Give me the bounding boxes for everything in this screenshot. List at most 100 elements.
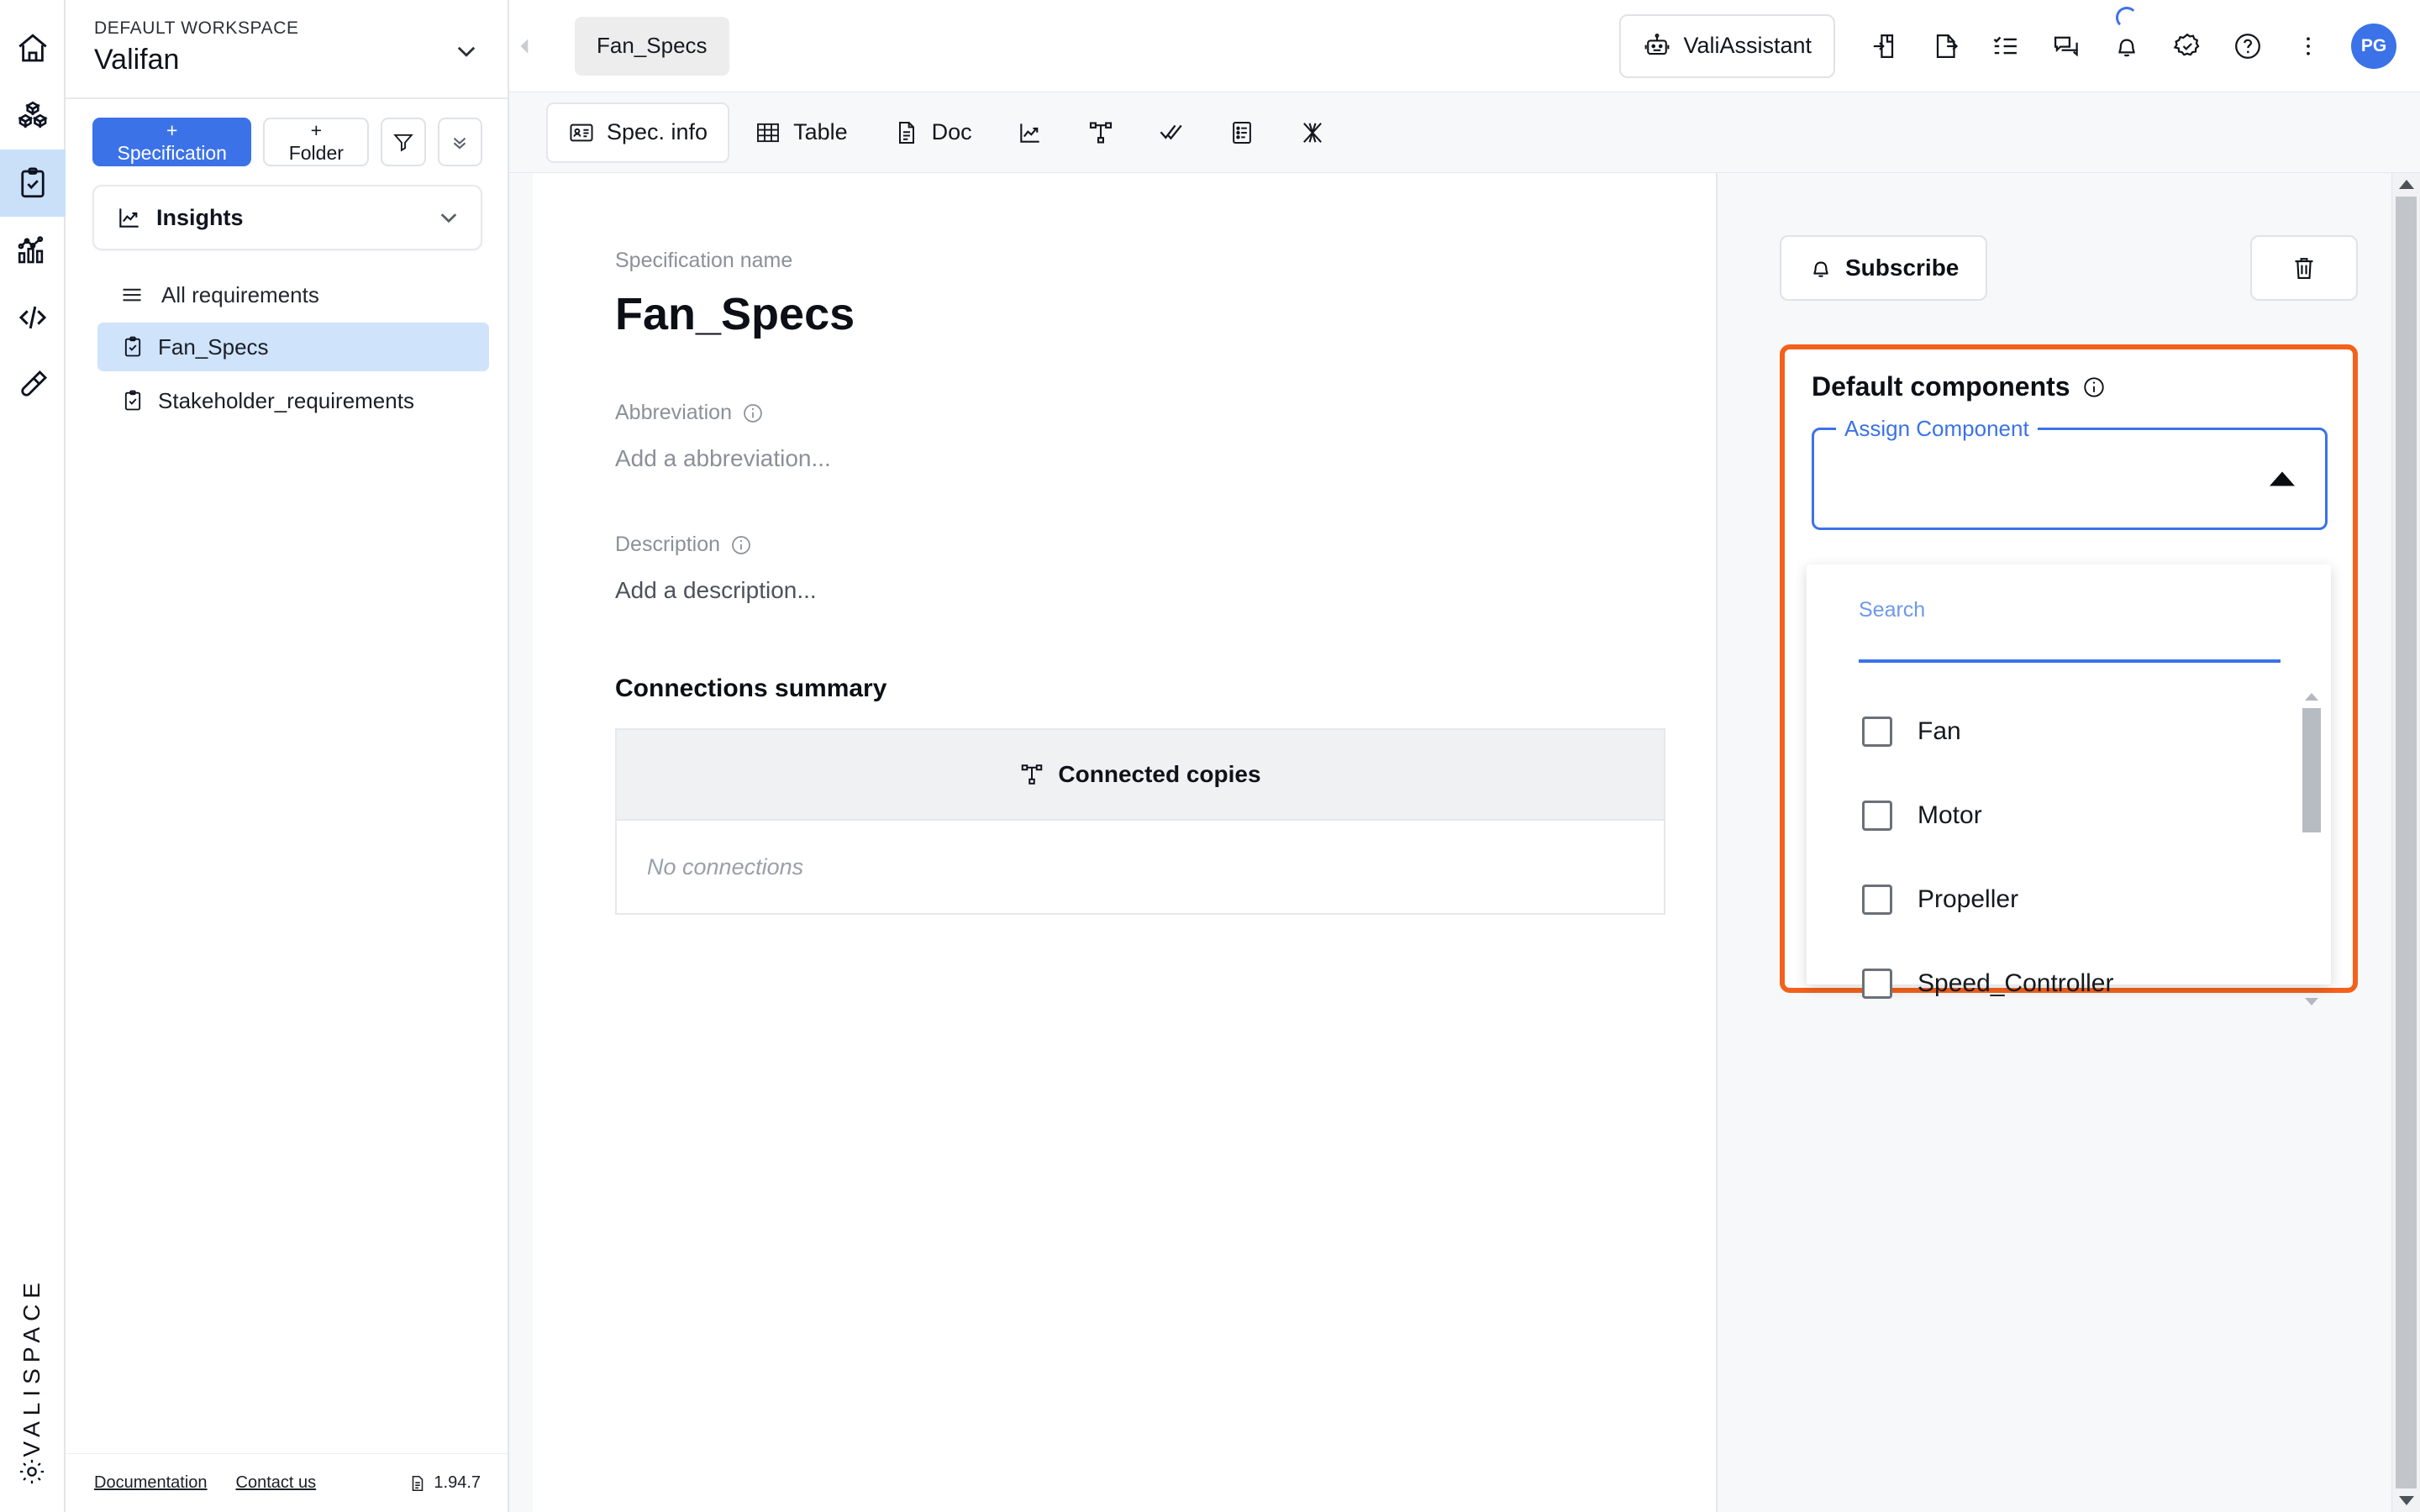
rail-item-tests[interactable] — [0, 351, 66, 418]
insights-label: Insights — [156, 204, 244, 230]
more-options-button[interactable] — [2282, 20, 2334, 72]
robot-icon — [1643, 32, 1671, 60]
component-options-list: Fan Motor Propeller Speed_Controller — [1807, 690, 2331, 1009]
abbreviation-input[interactable]: Add a abbreviation... — [615, 445, 1716, 472]
info-icon[interactable] — [730, 534, 752, 556]
export-button[interactable] — [1919, 20, 1971, 72]
analysis-icon — [15, 233, 50, 268]
test-icon — [15, 367, 50, 402]
page-scrollbar[interactable] — [2391, 173, 2420, 1512]
checkbox-icon[interactable] — [1862, 717, 1892, 747]
tab-chart[interactable] — [997, 102, 1063, 163]
checklist-button[interactable] — [1980, 20, 2032, 72]
tree-root-all-requirements[interactable]: All requirements — [81, 272, 494, 318]
abbreviation-label-row: Abbreviation — [615, 401, 1716, 425]
info-icon[interactable] — [742, 402, 764, 424]
tab-doc[interactable]: Doc — [873, 102, 992, 163]
tab-spec-info[interactable]: Spec. info — [546, 102, 730, 163]
contact-us-link[interactable]: Contact us — [236, 1473, 317, 1493]
help-icon — [2233, 31, 2263, 61]
comments-button[interactable] — [2040, 20, 2092, 72]
help-button[interactable] — [2222, 20, 2274, 72]
description-label: Description — [615, 533, 721, 556]
chevron-down-icon[interactable] — [435, 204, 462, 231]
scroll-down-icon[interactable] — [2399, 1496, 2414, 1505]
hamburger-icon — [119, 282, 145, 307]
documentation-link[interactable]: Documentation — [94, 1473, 208, 1493]
details-actions: Subscribe — [1780, 235, 2358, 301]
scrollbar-thumb[interactable] — [2396, 197, 2417, 1488]
checklist-icon — [1991, 31, 2021, 61]
tree-item-fan-specs[interactable]: Fan_Specs — [97, 323, 489, 371]
valiassistant-button[interactable]: ValiAssistant — [1619, 13, 1835, 78]
home-icon — [15, 31, 50, 66]
tab-table[interactable]: Table — [734, 102, 868, 163]
checkbox-icon[interactable] — [1862, 969, 1892, 999]
subscribe-button[interactable]: Subscribe — [1780, 235, 1988, 301]
open-tab-fan-specs[interactable]: Fan_Specs — [575, 16, 729, 76]
version-text: 1.94.7 — [434, 1473, 481, 1492]
verified-button[interactable] — [2161, 20, 2213, 72]
search-field[interactable]: Search — [1859, 598, 2281, 663]
chevron-down-icon[interactable] — [452, 37, 481, 66]
option-fan[interactable]: Fan — [1807, 690, 2331, 774]
criss-cross-icon — [1299, 119, 1326, 146]
list-icon — [1228, 119, 1255, 146]
option-speed-controller[interactable]: Speed_Controller — [1807, 942, 2331, 1009]
delete-button[interactable] — [2250, 235, 2358, 301]
filter-button[interactable] — [381, 118, 426, 166]
rail-item-code[interactable] — [0, 284, 66, 351]
description-input[interactable]: Add a description... — [615, 577, 1716, 604]
tree-icon — [1087, 119, 1114, 146]
page-title[interactable]: Fan_Specs — [615, 288, 1716, 340]
valispace-logo: VALISPACE — [18, 1276, 45, 1457]
insights-card[interactable]: Insights — [92, 185, 482, 250]
option-propeller[interactable]: Propeller — [1807, 858, 2331, 942]
tab-list[interactable] — [1209, 102, 1275, 163]
tree-item-stakeholder-requirements[interactable]: Stakeholder_requirements — [97, 376, 489, 425]
notifications-button[interactable] — [2101, 6, 2153, 72]
workspace-header[interactable]: DEFAULT WORKSPACE Valifan — [66, 0, 508, 99]
chevron-left-icon[interactable] — [509, 35, 539, 57]
app-root: VALISPACE DEFAULT WORKSPACE Valifan + Sp… — [0, 0, 2420, 1512]
rail-item-analysis[interactable] — [0, 217, 66, 284]
tab-label: Table — [793, 119, 848, 144]
no-connections-label: No connections — [647, 853, 804, 879]
search-input[interactable] — [1859, 659, 2281, 663]
spec-clipboard-icon — [121, 335, 145, 359]
spec-info-icon — [568, 119, 595, 146]
scrollbar-thumb[interactable] — [2302, 708, 2321, 832]
rail-item-settings[interactable] — [17, 1457, 47, 1512]
tab-label: Spec. info — [607, 119, 708, 144]
assign-component-select[interactable]: Assign Component — [1812, 416, 2328, 530]
tab-verification[interactable] — [1139, 102, 1204, 163]
option-motor[interactable]: Motor — [1807, 774, 2331, 858]
new-folder-button[interactable]: + Folder — [263, 118, 370, 166]
tree-icon — [1019, 762, 1044, 787]
icon-rail: VALISPACE — [0, 0, 66, 1512]
checkbox-icon[interactable] — [1862, 885, 1892, 915]
avatar[interactable]: PG — [2351, 23, 2396, 69]
scroll-up-icon[interactable] — [2305, 693, 2318, 701]
new-specification-button[interactable]: + Specification — [92, 118, 252, 166]
scroll-down-icon[interactable] — [2305, 998, 2318, 1005]
abbreviation-field: Abbreviation Add a abbreviation... — [615, 401, 1716, 472]
info-icon[interactable] — [2082, 375, 2106, 399]
import-button[interactable] — [1859, 20, 1911, 72]
tab-criss-cross[interactable] — [1280, 102, 1345, 163]
double-check-icon — [1158, 119, 1185, 146]
bell-icon — [2112, 32, 2141, 60]
tab-label: Doc — [931, 119, 972, 144]
collapse-all-button[interactable] — [437, 118, 482, 166]
scroll-up-icon[interactable] — [2399, 180, 2414, 189]
version-indicator: 1.94.7 — [408, 1473, 481, 1493]
rail-item-home[interactable] — [0, 15, 66, 82]
options-scrollbar[interactable] — [2302, 693, 2321, 1005]
rail-item-requirements[interactable] — [0, 150, 66, 217]
table-icon — [755, 119, 781, 146]
rail-item-components[interactable] — [0, 82, 66, 150]
checkbox-icon[interactable] — [1862, 801, 1892, 831]
option-label: Motor — [1918, 801, 1982, 829]
requirements-icon — [15, 165, 50, 201]
tab-connections[interactable] — [1068, 102, 1134, 163]
